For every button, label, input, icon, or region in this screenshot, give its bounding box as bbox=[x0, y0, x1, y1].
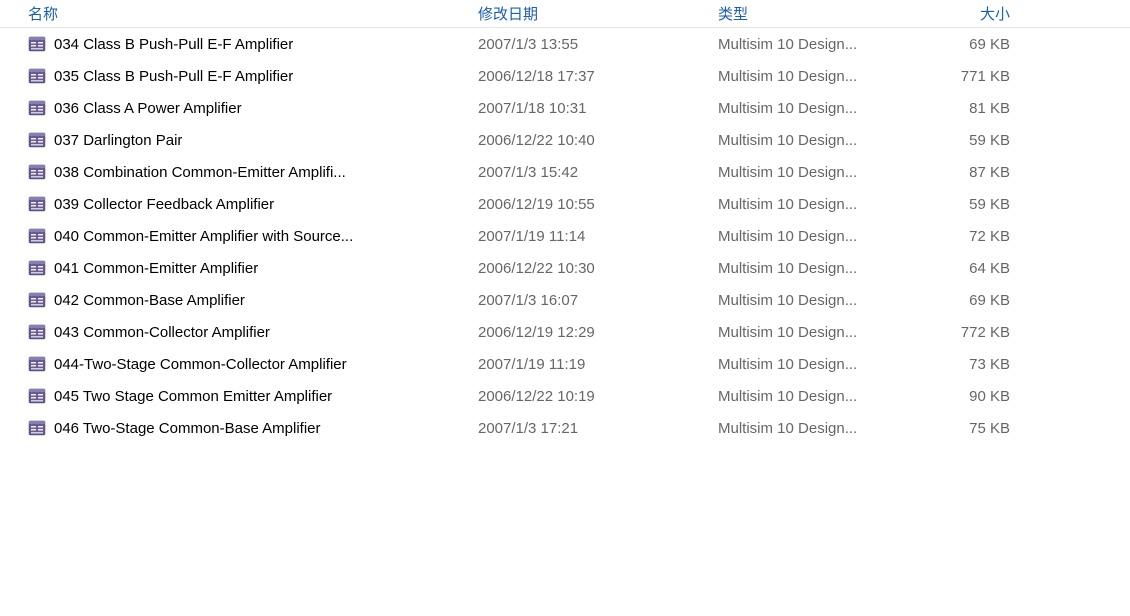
multisim-file-icon bbox=[28, 323, 46, 341]
file-name-text: 036 Class A Power Amplifier bbox=[54, 100, 242, 117]
multisim-file-icon bbox=[28, 355, 46, 373]
file-rows-container: 034 Class B Push-Pull E-F Amplifier 2007/… bbox=[0, 28, 1130, 444]
file-name-text: 035 Class B Push-Pull E-F Amplifier bbox=[54, 68, 293, 85]
file-type-cell: Multisim 10 Design... bbox=[710, 100, 910, 117]
file-type-cell: Multisim 10 Design... bbox=[710, 132, 910, 149]
file-size-cell: 64 KB bbox=[910, 260, 1040, 277]
file-size-cell: 771 KB bbox=[910, 68, 1040, 85]
file-date-cell: 2006/12/22 10:30 bbox=[470, 260, 710, 277]
file-name-cell: 044-Two-Stage Common-Collector Amplifier bbox=[0, 355, 470, 373]
file-date-cell: 2006/12/18 17:37 bbox=[470, 68, 710, 85]
file-row[interactable]: 041 Common-Emitter Amplifier 2006/12/22 1… bbox=[0, 252, 1130, 284]
file-date-cell: 2007/1/3 13:55 bbox=[470, 36, 710, 53]
file-row[interactable]: 036 Class A Power Amplifier 2007/1/18 10:… bbox=[0, 92, 1130, 124]
file-row[interactable]: 043 Common-Collector Amplifier 2006/12/19… bbox=[0, 316, 1130, 348]
file-date-cell: 2006/12/22 10:19 bbox=[470, 388, 710, 405]
multisim-file-icon bbox=[28, 387, 46, 405]
file-row[interactable]: 045 Two Stage Common Emitter Amplifier 20… bbox=[0, 380, 1130, 412]
file-date-cell: 2007/1/3 17:21 bbox=[470, 420, 710, 437]
file-row[interactable]: 035 Class B Push-Pull E-F Amplifier 2006/… bbox=[0, 60, 1130, 92]
file-type-cell: Multisim 10 Design... bbox=[710, 68, 910, 85]
column-header-date[interactable]: 修改日期 bbox=[470, 3, 710, 24]
column-header-type[interactable]: 类型 bbox=[710, 3, 910, 24]
file-date-cell: 2007/1/3 16:07 bbox=[470, 292, 710, 309]
file-type-cell: Multisim 10 Design... bbox=[710, 356, 910, 373]
file-date-cell: 2006/12/22 10:40 bbox=[470, 132, 710, 149]
file-name-text: 043 Common-Collector Amplifier bbox=[54, 324, 270, 341]
file-date-cell: 2007/1/19 11:19 bbox=[470, 356, 710, 373]
file-list: 名称 修改日期 类型 大小 034 Class B Push-Pull E-F … bbox=[0, 0, 1130, 444]
column-header-name[interactable]: 名称 bbox=[0, 3, 470, 24]
file-size-cell: 772 KB bbox=[910, 324, 1040, 341]
column-header-size[interactable]: 大小 bbox=[910, 3, 1040, 24]
file-row[interactable]: 042 Common-Base Amplifier 2007/1/3 16:07M… bbox=[0, 284, 1130, 316]
file-name-cell: 043 Common-Collector Amplifier bbox=[0, 323, 470, 341]
file-name-text: 042 Common-Base Amplifier bbox=[54, 292, 245, 309]
file-row[interactable]: 037 Darlington Pair 2006/12/22 10:40Multi… bbox=[0, 124, 1130, 156]
file-type-cell: Multisim 10 Design... bbox=[710, 292, 910, 309]
file-name-text: 040 Common-Emitter Amplifier with Source… bbox=[54, 228, 353, 245]
multisim-file-icon bbox=[28, 35, 46, 53]
file-name-cell: 046 Two-Stage Common-Base Amplifier bbox=[0, 419, 470, 437]
file-size-cell: 87 KB bbox=[910, 164, 1040, 181]
file-name-text: 046 Two-Stage Common-Base Amplifier bbox=[54, 420, 321, 437]
file-size-cell: 81 KB bbox=[910, 100, 1040, 117]
file-name-cell: 038 Combination Common-Emitter Amplifi..… bbox=[0, 163, 470, 181]
multisim-file-icon bbox=[28, 131, 46, 149]
file-date-cell: 2007/1/18 10:31 bbox=[470, 100, 710, 117]
file-date-cell: 2007/1/3 15:42 bbox=[470, 164, 710, 181]
file-row[interactable]: 034 Class B Push-Pull E-F Amplifier 2007/… bbox=[0, 28, 1130, 60]
file-date-cell: 2006/12/19 10:55 bbox=[470, 196, 710, 213]
file-name-cell: 042 Common-Base Amplifier bbox=[0, 291, 470, 309]
multisim-file-icon bbox=[28, 163, 46, 181]
file-name-cell: 035 Class B Push-Pull E-F Amplifier bbox=[0, 67, 470, 85]
file-type-cell: Multisim 10 Design... bbox=[710, 324, 910, 341]
multisim-file-icon bbox=[28, 259, 46, 277]
multisim-file-icon bbox=[28, 291, 46, 309]
file-type-cell: Multisim 10 Design... bbox=[710, 36, 910, 53]
file-name-text: 041 Common-Emitter Amplifier bbox=[54, 260, 258, 277]
file-row[interactable]: 039 Collector Feedback Amplifier 2006/12/… bbox=[0, 188, 1130, 220]
file-type-cell: Multisim 10 Design... bbox=[710, 420, 910, 437]
file-type-cell: Multisim 10 Design... bbox=[710, 260, 910, 277]
multisim-file-icon bbox=[28, 419, 46, 437]
file-name-text: 037 Darlington Pair bbox=[54, 132, 182, 149]
file-size-cell: 73 KB bbox=[910, 356, 1040, 373]
file-row[interactable]: 046 Two-Stage Common-Base Amplifier 2007/… bbox=[0, 412, 1130, 444]
file-name-cell: 039 Collector Feedback Amplifier bbox=[0, 195, 470, 213]
file-size-cell: 69 KB bbox=[910, 292, 1040, 309]
file-name-cell: 041 Common-Emitter Amplifier bbox=[0, 259, 470, 277]
file-type-cell: Multisim 10 Design... bbox=[710, 164, 910, 181]
file-name-text: 045 Two Stage Common Emitter Amplifier bbox=[54, 388, 332, 405]
file-type-cell: Multisim 10 Design... bbox=[710, 196, 910, 213]
file-name-cell: 036 Class A Power Amplifier bbox=[0, 99, 470, 117]
file-row[interactable]: 044-Two-Stage Common-Collector Amplifier… bbox=[0, 348, 1130, 380]
file-row[interactable]: 040 Common-Emitter Amplifier with Source… bbox=[0, 220, 1130, 252]
file-size-cell: 59 KB bbox=[910, 132, 1040, 149]
file-name-cell: 045 Two Stage Common Emitter Amplifier bbox=[0, 387, 470, 405]
file-size-cell: 69 KB bbox=[910, 36, 1040, 53]
file-date-cell: 2007/1/19 11:14 bbox=[470, 228, 710, 245]
multisim-file-icon bbox=[28, 99, 46, 117]
file-size-cell: 75 KB bbox=[910, 420, 1040, 437]
file-name-text: 044-Two-Stage Common-Collector Amplifier bbox=[54, 356, 347, 373]
file-name-cell: 034 Class B Push-Pull E-F Amplifier bbox=[0, 35, 470, 53]
file-size-cell: 72 KB bbox=[910, 228, 1040, 245]
file-name-cell: 037 Darlington Pair bbox=[0, 131, 470, 149]
file-name-text: 038 Combination Common-Emitter Amplifi..… bbox=[54, 164, 346, 181]
file-type-cell: Multisim 10 Design... bbox=[710, 388, 910, 405]
file-name-cell: 040 Common-Emitter Amplifier with Source… bbox=[0, 227, 470, 245]
file-date-cell: 2006/12/19 12:29 bbox=[470, 324, 710, 341]
file-name-text: 034 Class B Push-Pull E-F Amplifier bbox=[54, 36, 293, 53]
file-type-cell: Multisim 10 Design... bbox=[710, 228, 910, 245]
column-header-row: 名称 修改日期 类型 大小 bbox=[0, 0, 1130, 28]
multisim-file-icon bbox=[28, 227, 46, 245]
file-row[interactable]: 038 Combination Common-Emitter Amplifi..… bbox=[0, 156, 1130, 188]
multisim-file-icon bbox=[28, 195, 46, 213]
file-size-cell: 90 KB bbox=[910, 388, 1040, 405]
file-size-cell: 59 KB bbox=[910, 196, 1040, 213]
file-name-text: 039 Collector Feedback Amplifier bbox=[54, 196, 274, 213]
multisim-file-icon bbox=[28, 67, 46, 85]
